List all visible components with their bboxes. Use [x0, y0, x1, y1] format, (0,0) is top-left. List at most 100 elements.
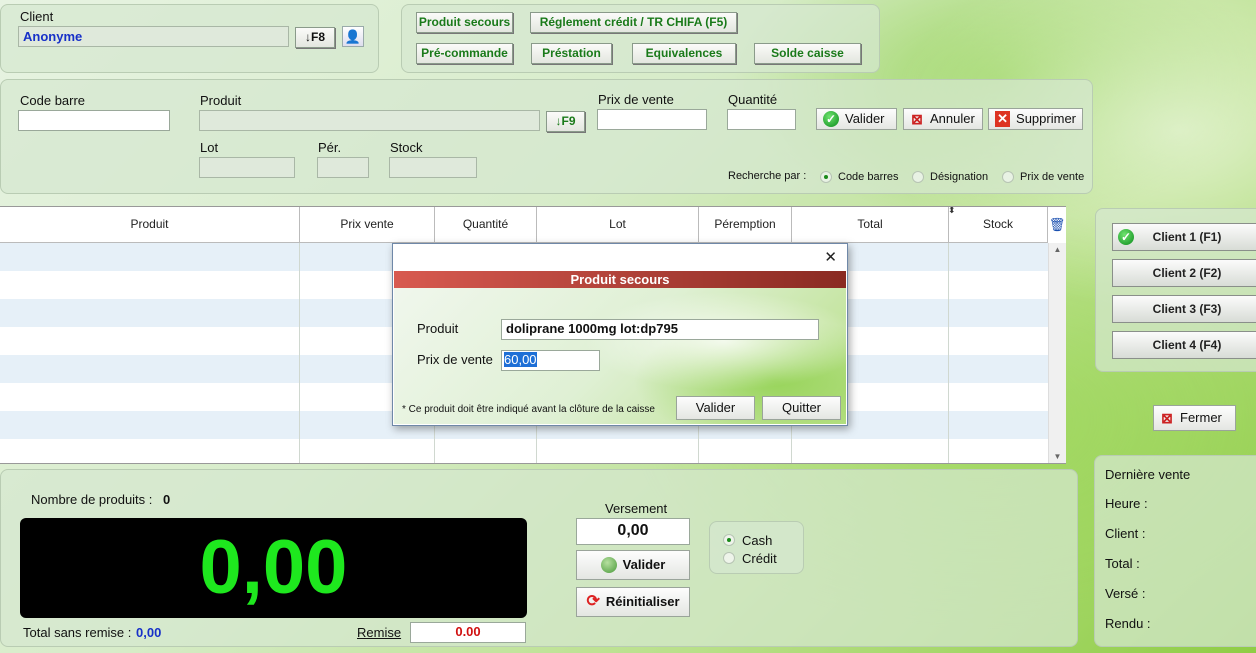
supprimer-button[interactable]: ✕ Supprimer [988, 108, 1083, 130]
quantite-label: Quantité [728, 92, 778, 107]
per-input[interactable] [317, 157, 369, 178]
reinitialiser-button[interactable]: ⟳ Réinitialiser [576, 587, 690, 617]
client-last-label: Client : [1105, 526, 1146, 541]
vertical-scrollbar[interactable]: ▲ ▼ [1048, 243, 1066, 463]
total-display: 0,00 [20, 518, 527, 618]
col-produit[interactable]: Produit [0, 207, 300, 242]
stock-label: Stock [390, 140, 423, 155]
client-2-label: Client 2 (F2) [1152, 266, 1222, 280]
dialog-valider-button[interactable]: Valider [676, 396, 755, 420]
dialog-produit-label: Produit [417, 321, 459, 336]
prix-vente-label: Prix de vente [598, 92, 674, 107]
radio-dot [824, 175, 828, 179]
recherche-label: Recherche par : [728, 170, 807, 182]
lot-input[interactable] [199, 157, 295, 178]
col-peremption[interactable]: Péremption [699, 207, 792, 242]
nb-produits-value: 0 [163, 492, 171, 507]
client-search-icon[interactable]: 👤 [342, 26, 364, 47]
remise-label: Remise [357, 625, 402, 640]
stock-input[interactable] [389, 157, 477, 178]
produit-input[interactable] [199, 110, 540, 131]
col-divider [948, 242, 949, 463]
scroll-up-icon[interactable]: ▲ [1049, 245, 1066, 254]
valider-entry-button[interactable]: ✓ Valider [816, 108, 897, 130]
total-sans-remise-value: 0,00 [136, 625, 162, 640]
client-3-label: Client 3 (F3) [1152, 302, 1222, 316]
col-divider [299, 242, 300, 463]
close-icon[interactable]: ✕ [824, 248, 837, 266]
col-lot[interactable]: Lot [537, 207, 699, 242]
radio-credit[interactable] [723, 552, 735, 564]
reglement-credit-button[interactable]: Réglement crédit / TR CHIFA (F5) [530, 12, 737, 33]
f9-button[interactable]: ↓F9 [546, 111, 585, 132]
solde-caisse-button[interactable]: Solde caisse [754, 43, 861, 64]
client-label: Client [20, 9, 54, 24]
remise-input[interactable]: 0.00 [410, 622, 526, 643]
delete-icon: ✕ [995, 111, 1011, 127]
radio-prix-vente-label: Prix de vente [1020, 171, 1085, 183]
pre-commande-button[interactable]: Pré-commande [416, 43, 513, 64]
versement-input[interactable]: 0,00 [576, 518, 690, 545]
col-total[interactable]: Total [792, 207, 949, 242]
trash-icon[interactable]: 🗑 [1048, 207, 1066, 242]
col-quantite[interactable]: Quantité [435, 207, 537, 242]
versement-label: Versement [605, 501, 668, 516]
produit-secours-button[interactable]: Produit secours [416, 12, 513, 33]
client-3-button[interactable]: Client 3 (F3) [1112, 295, 1256, 323]
radio-cash[interactable] [723, 534, 735, 546]
per-label: Pér. [318, 140, 342, 155]
check-icon: ✓ [823, 111, 839, 127]
f8-button[interactable]: ↓F8 [295, 27, 335, 48]
rendu-last-label: Rendu : [1105, 616, 1151, 631]
client-2-button[interactable]: Client 2 (F2) [1112, 259, 1256, 287]
prix-vente-input[interactable] [597, 109, 707, 130]
equivalences-button[interactable]: Equivalences [632, 43, 736, 64]
dialog-title: Produit secours [394, 271, 846, 288]
quantite-input[interactable] [727, 109, 796, 130]
fermer-button[interactable]: ⊠ Fermer [1153, 405, 1236, 431]
radio-designation-label: Désignation [930, 171, 989, 183]
dialog-quitter-button[interactable]: Quitter [762, 396, 841, 420]
table-header: Produit Prix vente Quantité Lot Pérempti… [0, 207, 1048, 243]
radio-code-barres-label: Code barres [838, 171, 899, 183]
dialog-body: Produit secours Produit doliprane 1000mg… [394, 271, 846, 424]
nb-produits-label: Nombre de produits : [31, 492, 153, 507]
radio-credit-label: Crédit [742, 551, 777, 566]
dialog-note: * Ce produit doit être indiqué avant la … [402, 404, 655, 415]
radio-dot [727, 538, 731, 542]
refresh-icon: ⟳ [586, 593, 600, 610]
radio-designation[interactable] [912, 171, 924, 183]
close-icon: ⊠ [1161, 410, 1173, 426]
client-4-button[interactable]: Client 4 (F4) [1112, 331, 1256, 359]
client-1-button[interactable]: ✓ Client 1 (F1) [1112, 223, 1256, 251]
radio-cash-label: Cash [742, 533, 773, 548]
prestation-button[interactable]: Préstation [531, 43, 612, 64]
client-1-label: Client 1 (F1) [1152, 230, 1222, 244]
radio-code-barres[interactable] [820, 171, 832, 183]
sort-icon[interactable]: ⬍ [948, 207, 956, 216]
col-prix-vente[interactable]: Prix vente [300, 207, 435, 242]
col-stock[interactable]: Stock [949, 207, 1048, 242]
dialog-produit-input[interactable]: doliprane 1000mg lot:dp795 [501, 319, 819, 340]
supprimer-label: Supprimer [1016, 111, 1076, 126]
valider-label: Valider [845, 111, 885, 126]
reinitialiser-label: Réinitialiser [605, 594, 680, 609]
radio-prix-vente[interactable] [1002, 171, 1014, 183]
annuler-label: Annuler [930, 111, 975, 126]
client-field[interactable]: Anonyme [18, 26, 289, 47]
dialog-prix-value: 60,00 [504, 352, 537, 367]
produit-label: Produit [200, 93, 242, 108]
total-last-label: Total : [1105, 556, 1140, 571]
check-icon: ✓ [1118, 229, 1134, 245]
valider-versement-button[interactable]: Valider [576, 550, 690, 580]
annuler-button[interactable]: ⊠ Annuler [903, 108, 983, 130]
valider-versement-label: Valider [622, 557, 666, 572]
code-barre-input[interactable] [18, 110, 170, 131]
table-row[interactable] [0, 439, 1048, 463]
produit-secours-dialog: ✕ Produit secours Produit doliprane 1000… [392, 243, 848, 426]
fermer-label: Fermer [1180, 410, 1222, 425]
dialog-prix-input[interactable]: 60,00 [501, 350, 600, 371]
scroll-down-icon[interactable]: ▼ [1049, 452, 1066, 461]
derniere-vente-title: Dernière vente [1105, 467, 1191, 482]
lot-label: Lot [200, 140, 219, 155]
